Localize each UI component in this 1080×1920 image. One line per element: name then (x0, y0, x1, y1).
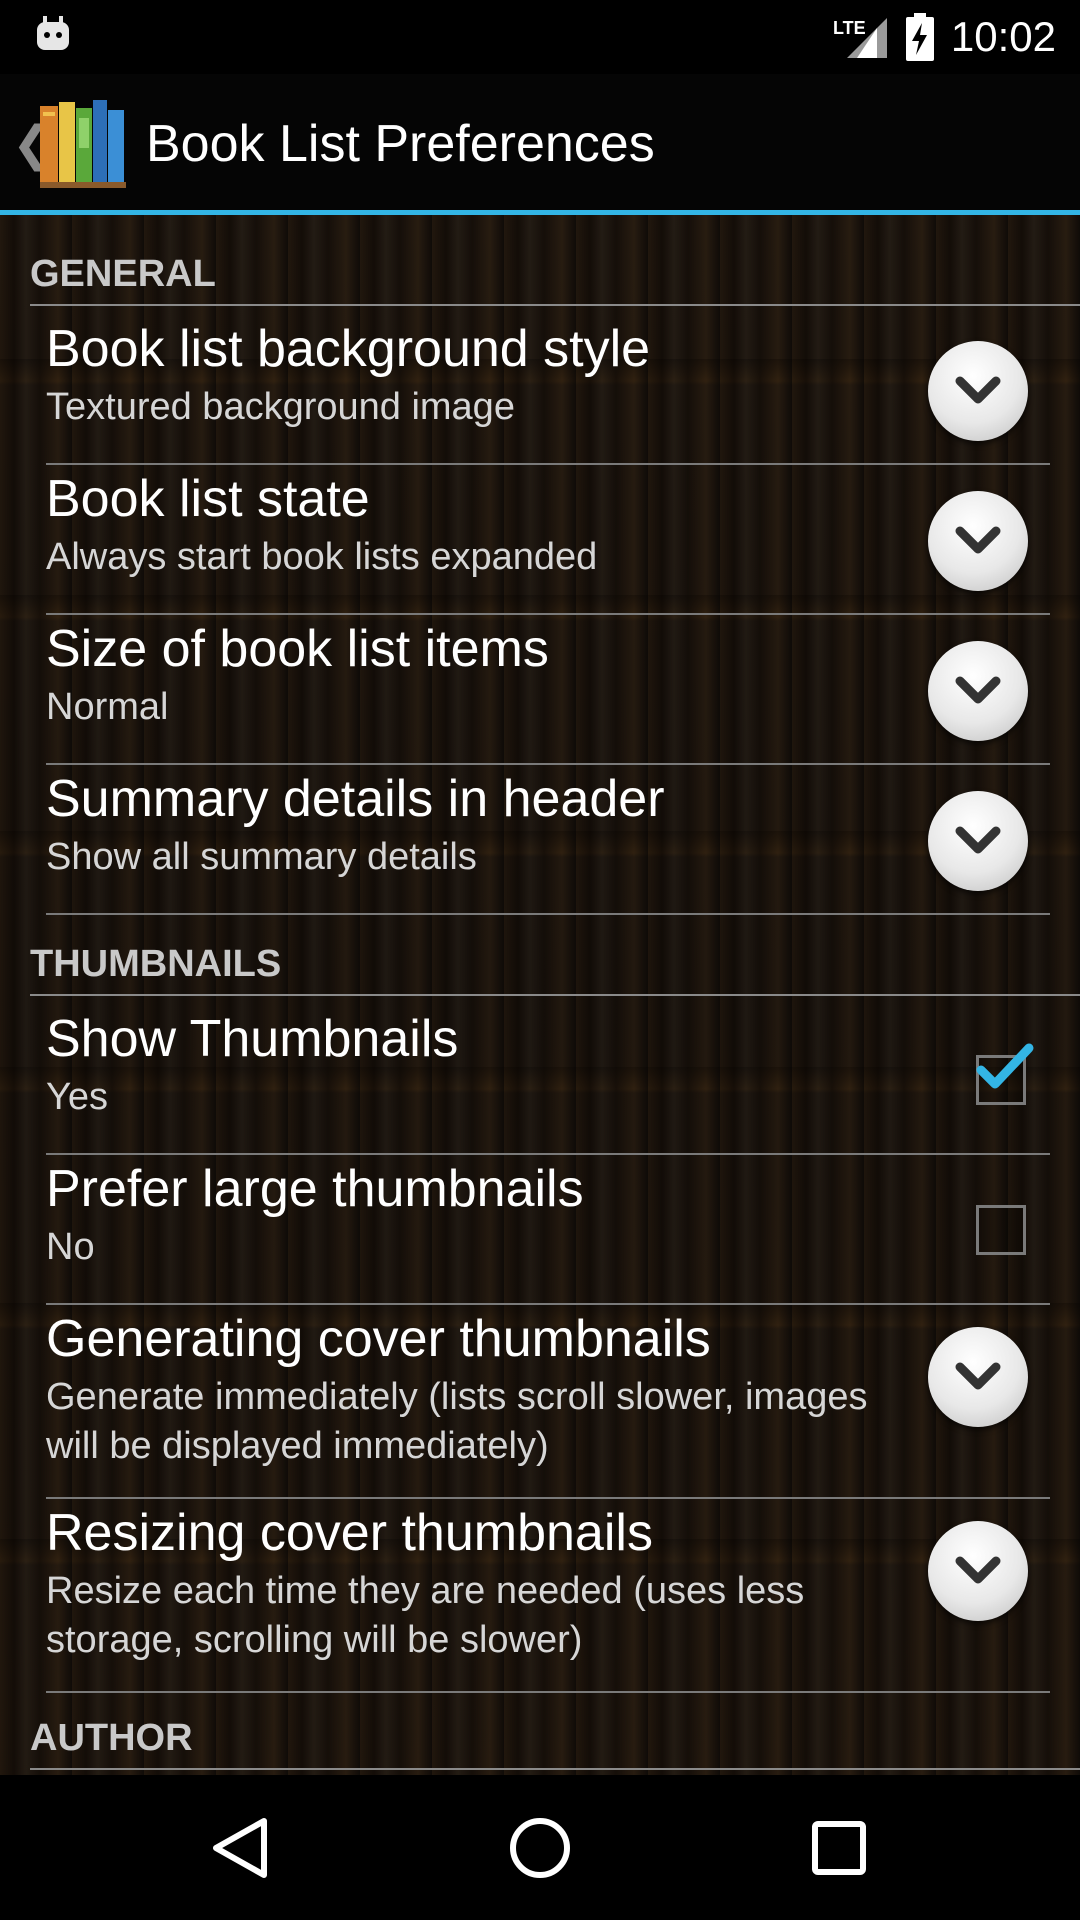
nav-recents-icon[interactable] (804, 1813, 874, 1883)
pref-title: Generating cover thumbnails (46, 1310, 711, 1368)
chevron-down-icon (955, 1362, 1001, 1390)
pref-book-list-background-style[interactable]: Book list background style Textured back… (46, 315, 1050, 465)
section-header-thumbnails: THUMBNAILS (30, 943, 1080, 996)
prefer-large-thumbnails-checkbox[interactable] (976, 1205, 1026, 1255)
network-type-label: LTE (833, 18, 866, 38)
pref-title: Resizing cover thumbnails (46, 1504, 653, 1562)
pref-summary: Show all summary details (46, 836, 477, 878)
page-title: Book List Preferences (146, 115, 655, 173)
pref-size-of-book-list-items[interactable]: Size of book list items Normal (46, 615, 1050, 765)
pref-summary: No (46, 1226, 95, 1268)
preferences-list[interactable]: GENERAL Book list background style Textu… (0, 215, 1080, 1775)
checkmark-icon (976, 1043, 1034, 1089)
dropdown-button[interactable] (928, 341, 1028, 441)
nav-back-icon[interactable] (206, 1813, 276, 1883)
pref-summary: Always start book lists expanded (46, 536, 598, 578)
pref-title: Prefer large thumbnails (46, 1160, 584, 1218)
chevron-down-icon (955, 526, 1001, 554)
action-bar: ❮ Book List Preferences (0, 74, 1080, 215)
pref-generating-cover-thumbnails[interactable]: Generating cover thumbnails Generate imm… (46, 1305, 1050, 1499)
dropdown-button[interactable] (928, 1521, 1028, 1621)
pref-prefer-large-thumbnails[interactable]: Prefer large thumbnails No (46, 1155, 1050, 1305)
bookshelf-app-icon[interactable] (40, 96, 126, 188)
chevron-down-icon (955, 1556, 1001, 1584)
pref-summary: Textured background image (46, 386, 515, 428)
pref-title: Book list state (46, 470, 370, 528)
pref-title: Size of book list items (46, 620, 549, 678)
pref-summary: Normal (46, 686, 169, 728)
nav-home-icon[interactable] (505, 1813, 575, 1883)
section-header-author: AUTHOR (30, 1717, 1080, 1770)
dropdown-button[interactable] (928, 791, 1028, 891)
chevron-down-icon (955, 376, 1001, 404)
chevron-down-icon (955, 826, 1001, 854)
chevron-down-icon (955, 676, 1001, 704)
dropdown-button[interactable] (928, 641, 1028, 741)
dropdown-button[interactable] (928, 1327, 1028, 1427)
pref-title: Book list background style (46, 320, 651, 378)
status-time: 10:02 (950, 13, 1056, 60)
status-bar: LTE 10:02 (0, 0, 1080, 74)
pref-summary: Generate immediately (lists scroll slowe… (46, 1376, 868, 1467)
pref-show-thumbnails[interactable]: Show Thumbnails Yes (46, 1005, 1050, 1155)
show-thumbnails-checkbox[interactable] (976, 1043, 1034, 1105)
pref-summary: Yes (46, 1076, 108, 1118)
battery-charging-icon (905, 13, 934, 61)
android-notification-icon (37, 16, 69, 50)
navigation-bar (0, 1775, 1080, 1920)
pref-book-list-state[interactable]: Book list state Always start book lists … (46, 465, 1050, 615)
pref-summary-details-in-header[interactable]: Summary details in header Show all summa… (46, 765, 1050, 915)
pref-title: Show Thumbnails (46, 1010, 459, 1068)
pref-summary: Resize each time they are needed (uses l… (46, 1570, 805, 1661)
pref-resizing-cover-thumbnails[interactable]: Resizing cover thumbnails Resize each ti… (46, 1499, 1050, 1693)
section-header-general: GENERAL (30, 253, 1080, 306)
pref-title: Summary details in header (46, 770, 665, 828)
lte-signal-icon: LTE (833, 18, 887, 58)
dropdown-button[interactable] (928, 491, 1028, 591)
